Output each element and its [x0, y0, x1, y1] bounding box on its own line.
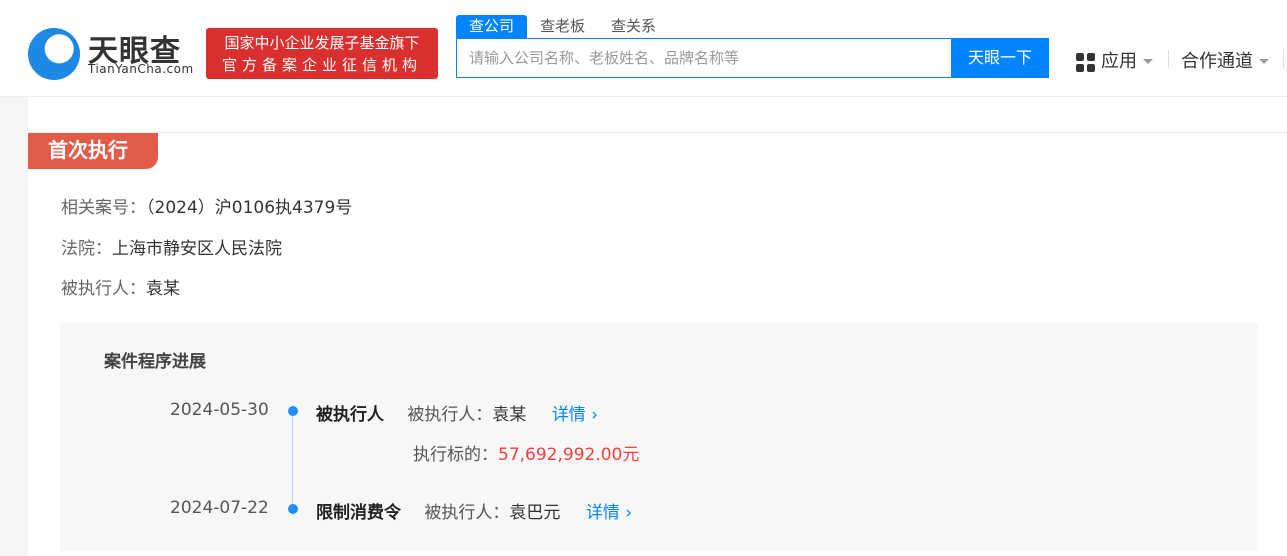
detail-link[interactable]: 详情 › [552, 405, 598, 425]
divider [1283, 50, 1284, 68]
tab-relation[interactable]: 查关系 [598, 15, 669, 38]
execution-amount: 执行标的：57,692,992.00元 [413, 440, 639, 465]
tab-company[interactable]: 查公司 [456, 15, 528, 38]
tab-boss[interactable]: 查老板 [527, 15, 598, 38]
executee: 被执行人：袁某 [61, 274, 180, 299]
nav-partner-label: 合作通道 [1181, 51, 1253, 72]
chevron-down-icon [1143, 59, 1153, 69]
case-number: 相关案号：（2024）沪0106执4379号 [61, 193, 352, 218]
timeline-event: 限制消费令 被执行人：袁巴元 详情 › [316, 498, 632, 523]
progress-panel: 案件程序进展 2024-05-30 被执行人 被执行人：袁某 详情 › 执行标的… [60, 323, 1258, 551]
person-label: 被执行人： [424, 503, 510, 523]
timeline-event: 被执行人 被执行人：袁某 详情 › [316, 400, 598, 425]
official-badge: 国家中小企业发展子基金旗下 官方备案企业征信机构 [206, 28, 438, 79]
amount-value: 57,692,992.00元 [498, 445, 640, 465]
timeline-line [292, 411, 293, 509]
event-type: 被执行人 [316, 405, 384, 425]
apps-icon [1076, 52, 1095, 72]
person-label: 被执行人： [407, 405, 493, 425]
nav-apps[interactable]: 应用 [1076, 47, 1153, 73]
timeline-dot [288, 504, 298, 514]
search-button[interactable]: 天眼一下 [951, 38, 1049, 78]
case-value: （2024）沪0106执4379号 [146, 198, 353, 218]
header: 天眼查 TianYanCha.com 国家中小企业发展子基金旗下 官方备案企业征… [0, 0, 1287, 97]
logo-icon[interactable] [28, 28, 80, 80]
divider [1168, 50, 1169, 68]
court-label: 法院： [61, 239, 112, 259]
brand-domain: TianYanCha.com [88, 62, 194, 76]
detail-link[interactable]: 详情 › [586, 503, 632, 523]
executee-label: 被执行人： [61, 279, 146, 299]
case-label: 相关案号： [61, 198, 146, 218]
progress-title: 案件程序进展 [104, 352, 206, 372]
badge-line1: 国家中小企业发展子基金旗下 [224, 34, 420, 52]
nav-apps-label: 应用 [1101, 51, 1137, 72]
timeline-dot [288, 406, 298, 416]
event-type: 限制消费令 [316, 503, 401, 523]
person-value: 袁某 [492, 405, 527, 425]
court: 法院：上海市静安区人民法院 [61, 234, 282, 259]
divider [28, 132, 1287, 133]
section-title: 首次执行 [28, 133, 158, 169]
chevron-down-icon [1259, 59, 1269, 69]
person-value: 袁巴元 [509, 503, 561, 523]
executee-value: 袁某 [146, 279, 180, 299]
event-date: 2024-07-22 [170, 498, 269, 518]
nav-partner[interactable]: 合作通道 [1181, 47, 1269, 73]
search-input[interactable]: 请输入公司名称、老板姓名、品牌名称等 [456, 38, 952, 78]
main-content: 首次执行 相关案号：（2024）沪0106执4379号 法院：上海市静安区人民法… [28, 97, 1287, 556]
event-date: 2024-05-30 [170, 400, 269, 420]
amount-label: 执行标的： [413, 445, 498, 465]
court-value: 上海市静安区人民法院 [112, 239, 282, 259]
search-tabs: 查公司 查老板 查关系 [456, 15, 669, 38]
badge-line2: 官方备案企业征信机构 [221, 56, 422, 74]
